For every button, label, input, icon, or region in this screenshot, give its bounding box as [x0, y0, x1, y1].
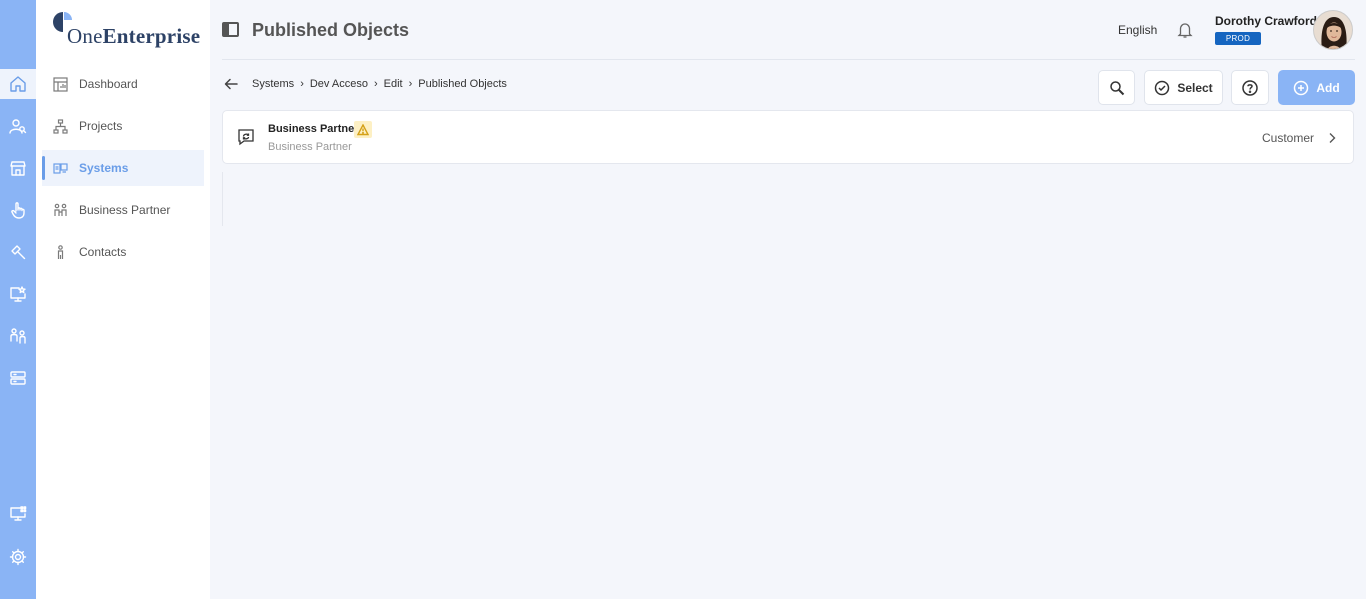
hammer-icon[interactable] — [0, 237, 36, 267]
user-search-icon[interactable] — [0, 111, 36, 141]
select-button-label: Select — [1177, 80, 1213, 95]
hand-pointer-icon[interactable] — [0, 195, 36, 225]
list-divider — [222, 172, 223, 226]
home-icon[interactable] — [0, 69, 36, 99]
sidebar-item-label: Dashboard — [79, 77, 138, 91]
sidebar-item-label: Business Partner — [79, 203, 171, 217]
hierarchy-icon — [53, 118, 68, 134]
check-circle-icon — [1155, 80, 1170, 95]
sidebar-item-contacts[interactable]: Contacts — [42, 234, 204, 270]
server-icon[interactable] — [0, 363, 36, 393]
top-header: Published Objects English Dorothy Crawfo… — [210, 0, 1366, 60]
sidebar-item-systems[interactable]: Systems — [42, 150, 204, 186]
sidebar-item-label: Contacts — [79, 245, 127, 259]
breadcrumb-item-edit[interactable]: Edit — [384, 78, 403, 90]
avatar[interactable] — [1313, 10, 1353, 50]
breadcrumb-item-dev-acceso[interactable]: Dev Acceso — [310, 78, 368, 90]
object-type: Customer — [1261, 131, 1314, 145]
object-subtitle: Business Partner — [268, 141, 352, 153]
logo-text: OneEnterprise — [67, 24, 201, 48]
breadcrumb: Systems › Dev Acceso › Edit › Published … — [252, 78, 507, 90]
person-icon — [57, 244, 64, 259]
bell-icon[interactable] — [1176, 21, 1194, 39]
sidebar-item-label: Projects — [79, 119, 123, 133]
avatar-portrait-icon — [1314, 11, 1352, 49]
page-title: Published Objects — [252, 20, 410, 40]
sidebar-item-projects[interactable]: Projects — [42, 108, 204, 144]
chevron-right-icon: › — [408, 78, 413, 90]
search-button[interactable] — [1098, 70, 1135, 105]
store-icon[interactable] — [0, 153, 36, 183]
people-icon — [54, 203, 67, 216]
sidebar-item-dashboard[interactable]: Dashboard — [42, 66, 204, 102]
systems-icon — [53, 162, 68, 174]
environment-badge: PROD — [1215, 32, 1261, 45]
dashboard-icon — [53, 76, 68, 92]
add-button[interactable]: Add — [1278, 70, 1355, 105]
users-icon[interactable] — [0, 321, 36, 351]
user-name[interactable]: Dorothy Crawford — [1215, 14, 1317, 28]
chevron-right-icon: › — [300, 78, 304, 90]
sidebar: OneEnterprise Dashboard Projects Systems… — [36, 0, 210, 599]
search-icon — [1109, 80, 1124, 95]
warning-icon — [354, 121, 372, 138]
gear-icon[interactable] — [0, 542, 36, 572]
object-title: Business Partner — [268, 123, 359, 135]
panel-toggle-icon[interactable] — [222, 22, 239, 37]
back-arrow-icon[interactable] — [224, 77, 238, 91]
sidebar-item-business-partner[interactable]: Business Partner — [42, 192, 204, 228]
breadcrumb-item-systems[interactable]: Systems — [252, 78, 294, 90]
help-button[interactable] — [1231, 70, 1269, 105]
plus-circle-icon — [1294, 80, 1309, 95]
chevron-right-icon: › — [373, 78, 378, 90]
chat-sync-icon — [237, 128, 255, 146]
header-divider — [222, 59, 1355, 60]
add-button-label: Add — [1316, 80, 1340, 95]
chevron-right-icon[interactable] — [1327, 131, 1337, 143]
icon-rail — [0, 0, 36, 599]
monitor-star-icon[interactable] — [0, 279, 36, 309]
select-button[interactable]: Select — [1144, 70, 1223, 105]
help-icon — [1242, 79, 1258, 96]
sidebar-item-label: Systems — [79, 161, 129, 175]
monitor-grid-icon[interactable] — [0, 499, 36, 529]
breadcrumb-item-published-objects: Published Objects — [418, 78, 507, 90]
list-item[interactable]: Business Partner Business Partner Custom… — [222, 110, 1354, 164]
language-selector[interactable]: English — [1118, 23, 1157, 37]
